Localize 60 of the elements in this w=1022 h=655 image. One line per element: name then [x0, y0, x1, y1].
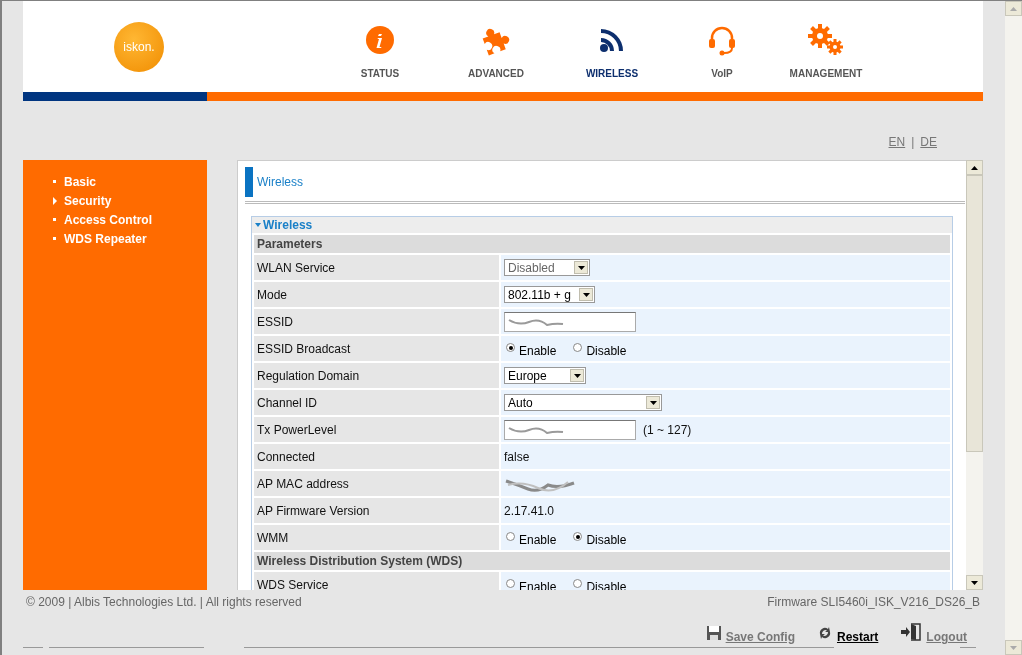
section-title: Wireless	[263, 218, 313, 232]
logo: iskon.	[114, 21, 164, 72]
nav-tab[interactable]: VoIP	[670, 1, 774, 92]
firmware-text: Firmware SLI5460i_ISK_V216_DS26_B	[767, 595, 980, 609]
nav-tab[interactable]: ADVANCED	[438, 1, 554, 92]
field-label: WLAN Service	[254, 255, 499, 280]
field-label: Tx PowerLevel	[254, 417, 499, 442]
title-marker	[245, 167, 253, 197]
field-value: 2.17.41.0	[504, 503, 555, 518]
field-label: AP Firmware Version	[254, 498, 499, 523]
field-label: ESSID Broadcast	[254, 336, 499, 361]
separator: |	[911, 135, 915, 151]
field-label: AP MAC address	[254, 471, 499, 496]
radio-option[interactable]: Disable	[573, 575, 627, 590]
input-field[interactable]	[504, 419, 636, 440]
language-link[interactable]: EN	[888, 135, 906, 153]
caret-up-icon	[971, 165, 978, 170]
field-label: Channel ID	[254, 390, 499, 415]
floppy-icon	[705, 625, 722, 641]
field-label: ESSID	[254, 309, 499, 334]
caret-down-icon	[577, 265, 585, 270]
nav-tab[interactable]: STATUS	[322, 1, 438, 92]
arrows-icon	[817, 625, 833, 641]
language-link[interactable]: DE	[920, 135, 937, 153]
field-label: Mode	[254, 282, 499, 307]
field-label: Regulation Domain	[254, 363, 499, 388]
radio-option[interactable]: Enable	[506, 339, 557, 358]
nav-tab[interactable]: MANAGEMENT	[774, 1, 878, 92]
caret-up-icon	[1010, 6, 1017, 11]
door-icon	[900, 623, 923, 641]
caret-down-icon	[971, 580, 978, 585]
caret-down-icon	[582, 292, 590, 297]
group-heading: Wireless Distribution System (WDS)	[254, 552, 950, 570]
info-icon	[365, 24, 395, 56]
gears-icon	[807, 24, 845, 56]
field-label: WMM	[254, 525, 499, 550]
radio-option[interactable]: Disable	[573, 339, 627, 358]
headset-icon	[707, 24, 737, 56]
caret-down-icon	[649, 400, 657, 405]
nav-tab[interactable]: WIRELESS	[554, 1, 670, 92]
section-header[interactable]: Wireless	[252, 217, 952, 233]
range-hint: (1 ~ 127)	[643, 422, 692, 437]
radio-option[interactable]: Enable	[506, 575, 557, 590]
caret-down-icon	[1010, 645, 1017, 650]
page-scrollbar[interactable]	[1005, 1, 1022, 655]
input-field[interactable]	[504, 311, 636, 332]
field-label: Connected	[254, 444, 499, 469]
field-value: false	[504, 449, 530, 464]
field-label: WDS Service	[254, 572, 499, 590]
radio-option[interactable]: Disable	[573, 528, 627, 547]
dropdown[interactable]: Auto	[504, 394, 662, 411]
page-title: Wireless	[257, 175, 303, 189]
dropdown[interactable]: Europe	[504, 367, 586, 384]
copyright-text: © 2009 | Albis Technologies Ltd. | All rights reserved	[26, 595, 302, 609]
radio-option[interactable]: Enable	[506, 528, 557, 547]
dropdown[interactable]: 802.11b + g	[504, 286, 595, 303]
group-heading: Parameters	[254, 235, 950, 253]
scrollbar[interactable]	[966, 160, 983, 590]
caret-down-icon	[573, 373, 581, 378]
footer-link[interactable]: Restart	[817, 623, 879, 641]
